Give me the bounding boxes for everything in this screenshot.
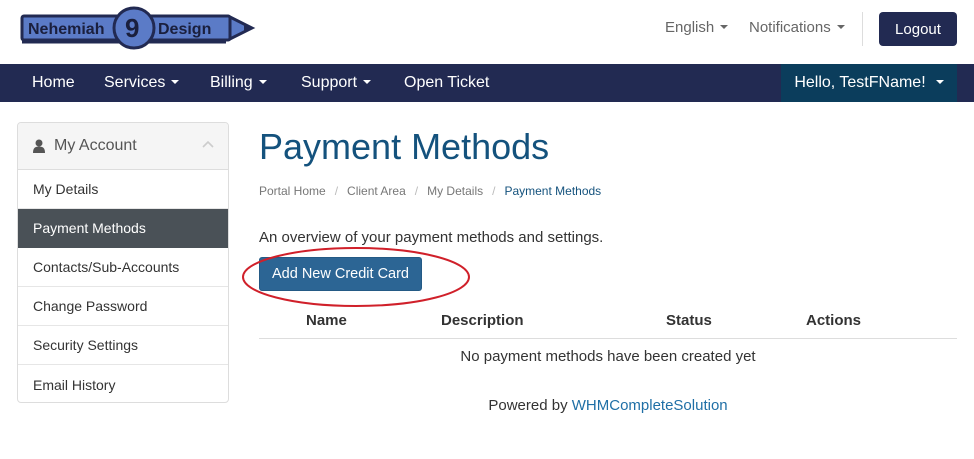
site-logo[interactable]: Nehemiah 9 Design: [16, 4, 256, 54]
nav-billing[interactable]: Billing: [210, 64, 267, 102]
nav-support-label: Support: [301, 74, 358, 91]
chevron-up-icon[interactable]: [202, 140, 214, 148]
notifications-dropdown[interactable]: Notifications: [749, 19, 845, 36]
nav-home-label: Home: [32, 74, 75, 91]
breadcrumb-portal-home[interactable]: Portal Home: [259, 184, 326, 198]
breadcrumb-separator: /: [414, 184, 419, 198]
notifications-label: Notifications: [749, 19, 831, 36]
nav-open-ticket[interactable]: Open Ticket: [404, 64, 489, 102]
powered-link[interactable]: WHMCompleteSolution: [572, 397, 728, 414]
logout-button[interactable]: Logout: [879, 12, 957, 46]
column-header-status[interactable]: Status: [666, 312, 712, 329]
sidebar-item-security-settings[interactable]: Security Settings: [18, 326, 228, 365]
breadcrumb-separator: /: [334, 184, 339, 198]
sidebar-item-contacts[interactable]: Contacts/Sub-Accounts: [18, 248, 228, 287]
sidebar-item-payment-methods[interactable]: Payment Methods: [18, 209, 228, 248]
logo-text-right: Design: [158, 21, 211, 38]
breadcrumb-client-area[interactable]: Client Area: [347, 184, 406, 198]
chevron-down-icon: [363, 79, 372, 84]
sidebar-header[interactable]: My Account: [18, 123, 228, 170]
user-icon: [33, 139, 45, 153]
footer-powered-by: Powered by WHMCompleteSolution: [259, 397, 957, 414]
user-menu-dropdown[interactable]: Hello, TestFName!: [781, 64, 957, 102]
column-header-actions: Actions: [806, 312, 862, 329]
language-label: English: [665, 19, 715, 36]
user-greeting: Hello, TestFName!: [794, 74, 926, 91]
payment-methods-table: Name Description Status Actions No payme…: [259, 302, 957, 376]
breadcrumb-separator: /: [492, 184, 496, 198]
intro-text: An overview of your payment methods and …: [259, 229, 604, 246]
sidebar-item-change-password[interactable]: Change Password: [18, 287, 228, 326]
chevron-down-icon: [836, 25, 845, 30]
nav-home[interactable]: Home: [32, 64, 75, 102]
breadcrumb-my-details[interactable]: My Details: [427, 184, 483, 198]
language-dropdown[interactable]: English: [665, 19, 729, 36]
sidebar-item-my-details[interactable]: My Details: [18, 170, 228, 209]
column-header-description[interactable]: Description: [441, 312, 524, 329]
sidebar-title: My Account: [54, 137, 137, 154]
sidebar-item-email-history[interactable]: Email History: [18, 365, 228, 402]
empty-table-message: No payment methods have been created yet: [460, 348, 756, 365]
nav-services-label: Services: [104, 74, 166, 91]
chevron-down-icon: [258, 79, 267, 84]
chevron-down-icon: [171, 79, 180, 84]
nav-services[interactable]: Services: [104, 64, 180, 102]
breadcrumb: Portal Home / Client Area / My Details /…: [259, 184, 601, 198]
table-header-row: Name Description Status Actions: [259, 302, 957, 339]
account-sidebar: My Account My Details Payment Methods Co…: [17, 122, 229, 403]
breadcrumb-current: Payment Methods: [504, 184, 602, 198]
logo-number: 9: [125, 13, 139, 43]
add-credit-card-button[interactable]: Add New Credit Card: [259, 257, 422, 291]
divider: [862, 12, 863, 46]
column-header-name[interactable]: Name: [306, 312, 347, 329]
chevron-down-icon: [720, 25, 729, 30]
top-header: Nehemiah 9 Design English Notifications …: [0, 0, 974, 64]
chevron-down-icon: [935, 80, 944, 84]
main-navbar: Home Services Billing Support Open Ticke…: [0, 64, 974, 102]
powered-prefix: Powered by: [488, 397, 568, 414]
page-title: Payment Methods: [259, 126, 550, 167]
nav-open-ticket-label: Open Ticket: [404, 74, 490, 91]
nav-billing-label: Billing: [210, 74, 253, 91]
nav-support[interactable]: Support: [301, 64, 372, 102]
logo-text-left: Nehemiah: [28, 21, 104, 38]
